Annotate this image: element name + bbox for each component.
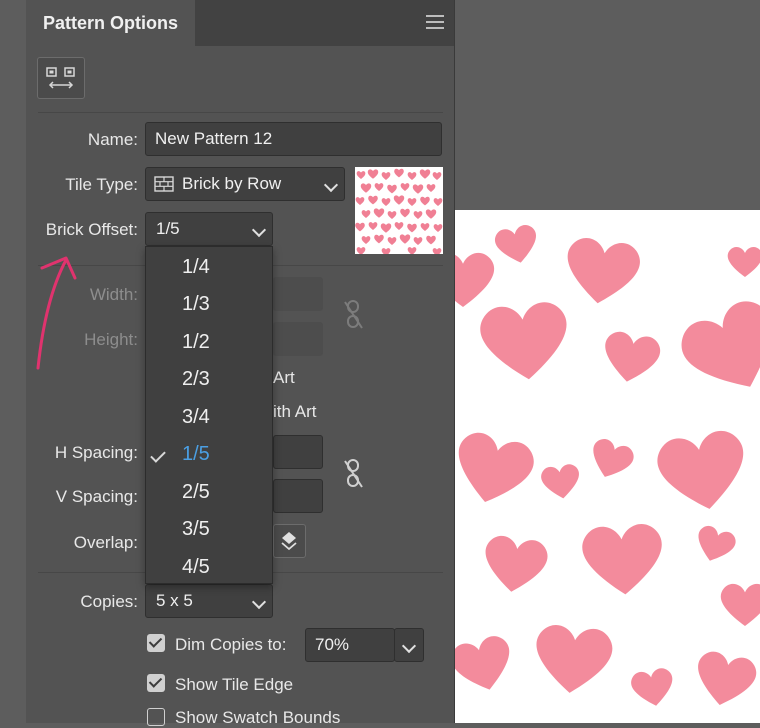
- swatch-preview-thumbnail: [355, 167, 443, 254]
- brick-offset-option[interactable]: 4/5: [146, 549, 272, 586]
- width-input[interactable]: [273, 277, 323, 311]
- overlap-vertical-icon: [281, 532, 297, 551]
- tile-type-value: Brick by Row: [182, 174, 282, 193]
- brick-by-row-icon: [154, 176, 174, 192]
- brick-offset-option-selected[interactable]: 1/5: [146, 436, 272, 473]
- pattern-preview-canvas: [453, 210, 760, 723]
- copies-select[interactable]: 5 x 5: [145, 584, 273, 618]
- overlap-vertical-button[interactable]: [273, 524, 306, 558]
- show-swatch-bounds-checkbox[interactable]: [147, 708, 165, 726]
- copies-label: Copies:: [80, 592, 138, 611]
- divider: [38, 112, 443, 113]
- brick-offset-option[interactable]: 2/3: [146, 361, 272, 398]
- pattern-tile-tool-button[interactable]: [37, 57, 85, 99]
- h-spacing-label: H Spacing:: [54, 443, 138, 462]
- brick-offset-select[interactable]: 1/5: [145, 212, 273, 246]
- size-tile-to-art-label: Art: [273, 368, 295, 387]
- v-spacing-label: V Spacing:: [55, 487, 138, 506]
- heart-pattern-artwork: [453, 223, 760, 712]
- show-tile-edge-checkbox[interactable]: [147, 674, 165, 692]
- copies-value: 5 x 5: [156, 591, 193, 610]
- h-spacing-input[interactable]: [273, 435, 323, 469]
- brick-offset-option[interactable]: 1/3: [146, 286, 272, 323]
- height-input[interactable]: [273, 322, 323, 356]
- brick-offset-dropdown-menu: 1/4 1/3 1/2 2/3 3/4 1/5 2/5 3/5 4/5: [145, 246, 273, 584]
- chevron-down-icon: [323, 177, 339, 193]
- brick-offset-option[interactable]: 3/5: [146, 511, 272, 548]
- link-spacing-icon[interactable]: [341, 457, 367, 491]
- brick-offset-option[interactable]: 1/2: [146, 324, 272, 361]
- name-label: Name:: [87, 130, 138, 149]
- tile-type-select[interactable]: Brick by Row: [145, 167, 345, 201]
- dim-copies-label: Dim Copies to:: [175, 635, 287, 654]
- panel-title-tab[interactable]: Pattern Options: [26, 0, 195, 46]
- show-tile-edge-label: Show Tile Edge: [175, 675, 294, 694]
- name-input[interactable]: New Pattern 12: [145, 122, 442, 156]
- hamburger-menu-icon[interactable]: [426, 15, 444, 31]
- panel-tab-bar: Pattern Options: [26, 0, 454, 46]
- dim-copies-checkbox[interactable]: [147, 634, 165, 652]
- chevron-down-icon: [251, 222, 267, 238]
- chevron-down-icon: [401, 638, 417, 654]
- brick-offset-option[interactable]: 2/5: [146, 474, 272, 511]
- brick-offset-value: 1/5: [156, 219, 180, 238]
- link-proportions-icon[interactable]: [341, 298, 367, 332]
- annotation-arrow-icon: [36, 256, 77, 370]
- brick-offset-label: Brick Offset:: [45, 220, 138, 239]
- heart-swatch-icon: [355, 168, 443, 254]
- move-tile-with-art-label: ith Art: [273, 402, 317, 421]
- dim-copies-input[interactable]: 70%: [305, 628, 395, 662]
- brick-offset-option[interactable]: 1/4: [146, 249, 272, 286]
- brick-offset-option[interactable]: 3/4: [146, 399, 272, 436]
- v-spacing-input[interactable]: [273, 479, 323, 513]
- chevron-down-icon: [251, 594, 267, 610]
- dim-copies-dropdown-button[interactable]: [394, 628, 424, 662]
- pattern-tile-tool-icon: [46, 67, 75, 89]
- show-swatch-bounds-label: Show Swatch Bounds: [175, 708, 341, 727]
- overlap-label: Overlap:: [73, 533, 138, 552]
- tile-type-label: Tile Type:: [65, 175, 138, 194]
